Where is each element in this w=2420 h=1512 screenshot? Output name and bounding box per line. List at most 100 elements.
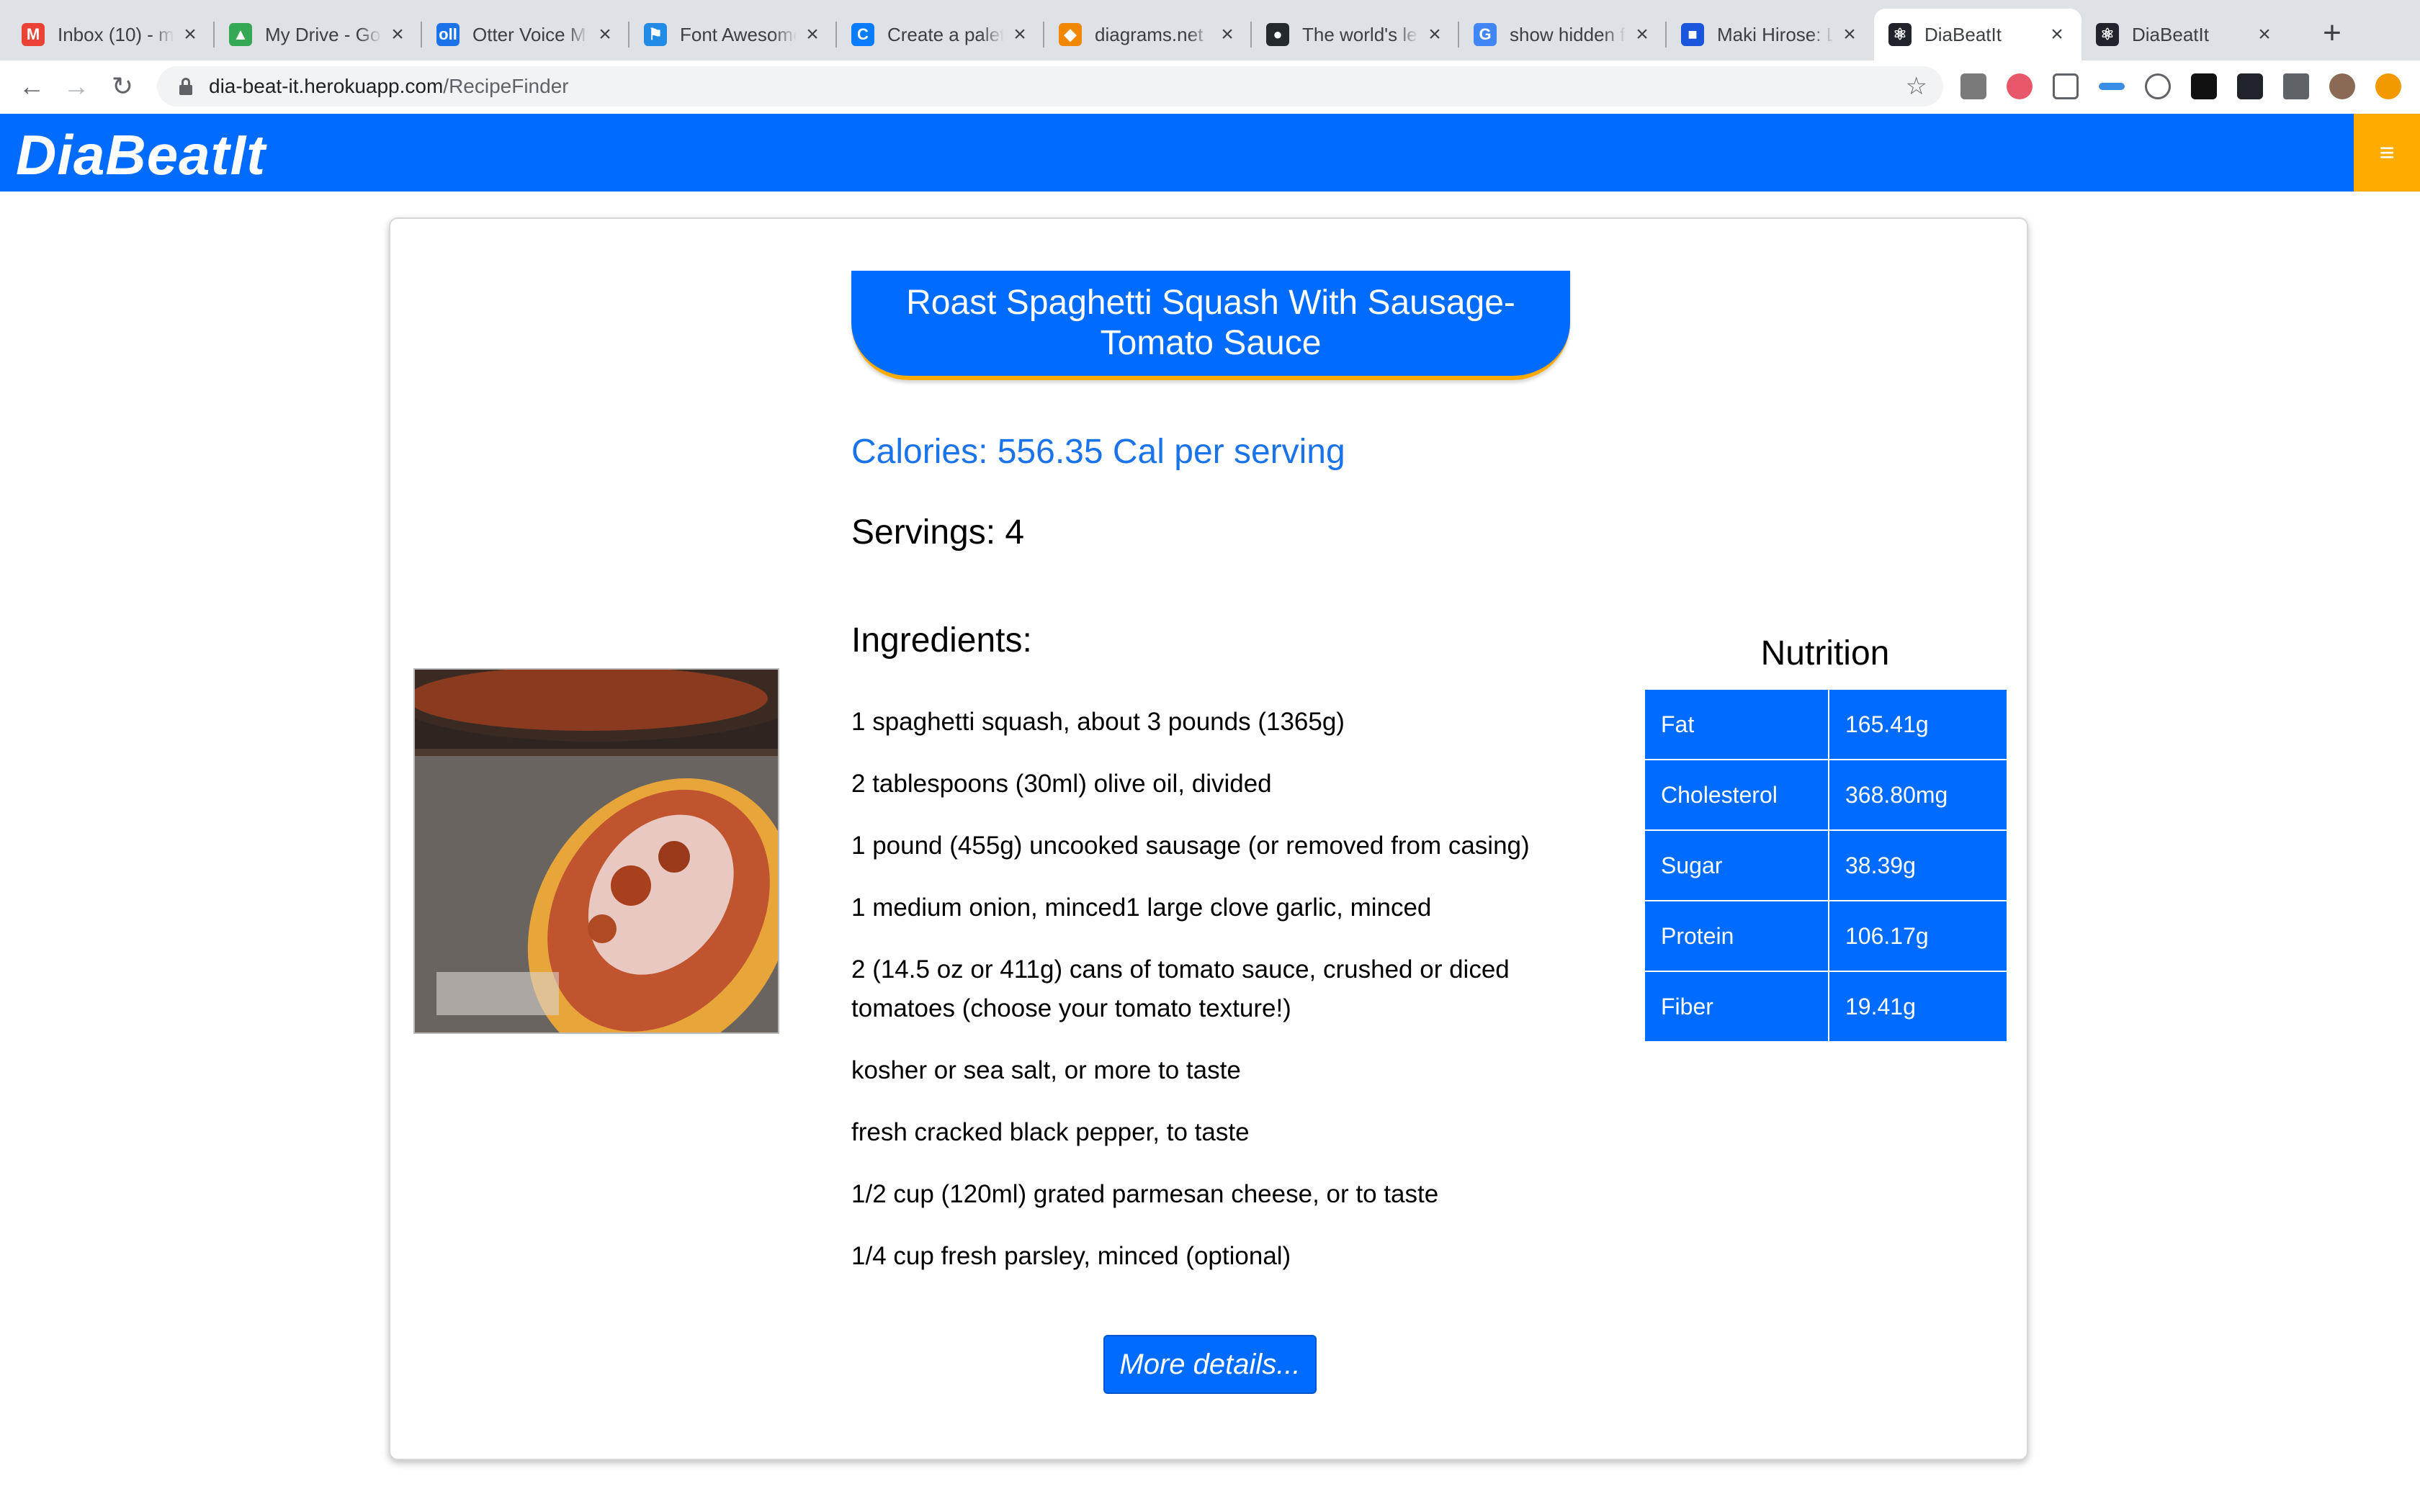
coolors-icon: C — [851, 23, 874, 46]
gmail-icon: M — [22, 23, 45, 46]
browser-tab[interactable]: M Inbox (10) - m × — [7, 9, 215, 60]
nutrient-value: 165.41g — [1828, 688, 2008, 760]
tab-separator — [1043, 22, 1044, 48]
browser-tab[interactable]: ■ Maki Hirose: L × — [1667, 9, 1874, 60]
circle-extension-icon[interactable] — [2145, 73, 2171, 99]
tab-title: The world's le — [1302, 23, 1417, 45]
update-icon[interactable] — [2375, 73, 2401, 99]
ingredient-item: 1 pound (455g) uncooked sausage (or remo… — [851, 832, 1530, 860]
profile-avatar[interactable] — [2329, 73, 2355, 99]
sync-arrows-icon[interactable] — [2099, 83, 2125, 90]
url-text: dia-beat-it.herokuapp.com/RecipeFinder — [209, 75, 569, 97]
browser-tab[interactable]: Gshow hidden f × — [1459, 9, 1667, 60]
screenshot-icon[interactable] — [2053, 73, 2079, 99]
tab-title: DiaBeatIt — [1924, 23, 2002, 45]
more-details-button[interactable]: More details... — [1103, 1335, 1317, 1394]
tab-title: My Drive - Go — [265, 23, 381, 45]
react-devtools-icon[interactable] — [2237, 73, 2263, 99]
browser-tab[interactable]: ▲ My Drive - Go × — [215, 9, 422, 60]
react-icon: ⚛ — [2096, 23, 2119, 46]
recipe-title: Roast Spaghetti Squash With Sausage-Toma… — [851, 271, 1570, 380]
close-tab-icon[interactable]: × — [180, 22, 200, 47]
app-navbar: DiaBeatIt ≡ — [0, 114, 2420, 192]
close-tab-icon[interactable]: × — [2047, 22, 2067, 47]
flag-extension-icon[interactable] — [2191, 73, 2217, 99]
close-tab-icon[interactable]: × — [1425, 22, 1445, 47]
recipe-image — [413, 668, 779, 1034]
tab-title: Maki Hirose: L — [1717, 23, 1834, 45]
lock-icon — [176, 76, 196, 96]
close-tab-icon[interactable]: × — [1839, 22, 1860, 47]
close-tab-icon[interactable]: × — [2254, 22, 2275, 47]
forward-arrow-icon[interactable]: → — [60, 71, 92, 102]
address-bar[interactable]: dia-beat-it.herokuapp.com/RecipeFinder ☆ — [157, 66, 1943, 107]
github-icon: ● — [1266, 23, 1289, 46]
reload-icon[interactable]: ↻ — [107, 71, 138, 102]
close-tab-icon[interactable]: × — [802, 22, 823, 47]
tab-title: DiaBeatIt — [2132, 23, 2209, 45]
nutrient-label: Fiber — [1644, 971, 1829, 1043]
brand-logo[interactable]: DiaBeatIt — [16, 122, 266, 188]
nutrient-label: Sugar — [1644, 829, 1829, 901]
bookmark-star-icon[interactable]: ☆ — [1906, 72, 1927, 101]
react-icon: ⚛ — [1888, 23, 1912, 46]
table-row: Sugar 38.39g — [1644, 829, 2008, 901]
ingredients-heading: Ingredients: — [851, 621, 1032, 660]
extension-icon[interactable] — [1960, 73, 1986, 99]
browser-tab[interactable]: oll Otter Voice M × — [422, 9, 629, 60]
ingredient-item: 1/4 cup fresh parsley, minced (optional) — [851, 1242, 1291, 1270]
new-tab-button[interactable]: + — [2311, 12, 2354, 55]
table-row: Protein 106.17g — [1644, 900, 2008, 972]
browser-tab[interactable]: ⚑ Font Awesome × — [629, 9, 837, 60]
ingredient-item: 1 spaghetti squash, about 3 pounds (1365… — [851, 708, 1345, 736]
browser-tab[interactable]: ⚛ DiaBeatIt × — [1874, 9, 2081, 60]
tab-title: show hidden f — [1510, 23, 1626, 45]
ingredient-item: fresh cracked black pepper, to taste — [851, 1118, 1250, 1146]
tab-separator — [1458, 22, 1459, 48]
nutrition-table: Fat 165.41g Cholesterol 368.80mg Sugar 3… — [1644, 688, 2008, 1043]
tab-separator — [421, 22, 422, 48]
tab-separator — [213, 22, 215, 48]
tab-separator — [628, 22, 629, 48]
puzzle-extensions-icon[interactable] — [2283, 73, 2309, 99]
close-tab-icon[interactable]: × — [1217, 22, 1237, 47]
browser-tab[interactable]: ● The world's le × — [1252, 9, 1459, 60]
servings-text: Servings: 4 — [851, 513, 1025, 552]
ingredient-item: kosher or sea salt, or more to taste — [851, 1056, 1241, 1084]
close-tab-icon[interactable]: × — [1632, 22, 1652, 47]
nutrient-value: 19.41g — [1828, 971, 2008, 1043]
ingredients-list: 1 spaghetti squash, about 3 pounds (1365… — [851, 703, 1572, 1299]
calories-text: Calories: 556.35 Cal per serving — [851, 433, 1345, 471]
otter-icon: oll — [436, 23, 460, 46]
nutrient-value: 38.39g — [1828, 829, 2008, 901]
hamburger-icon: ≡ — [2379, 138, 2395, 167]
font-awesome-flag-icon: ⚑ — [644, 23, 667, 46]
extension-badge-icon[interactable] — [2007, 73, 2033, 99]
nutrient-value: 368.80mg — [1828, 759, 2008, 831]
back-arrow-icon[interactable]: ← — [16, 71, 48, 102]
ingredient-item: 1/2 cup (120ml) grated parmesan cheese, … — [851, 1180, 1439, 1208]
nutrient-label: Fat — [1644, 688, 1829, 760]
browser-tab[interactable]: C Create a palet × — [837, 9, 1044, 60]
browser-tab[interactable]: ◆ diagrams.net × — [1044, 9, 1252, 60]
browser-toolbar: ← → ↻ dia-beat-it.herokuapp.com/RecipeFi… — [0, 60, 2420, 115]
tab-title: Font Awesome — [680, 23, 797, 45]
nutrient-value: 106.17g — [1828, 900, 2008, 972]
app-square-icon: ■ — [1681, 23, 1704, 46]
tab-separator — [835, 22, 837, 48]
close-tab-icon[interactable]: × — [1010, 22, 1030, 47]
close-tab-icon[interactable]: × — [595, 22, 615, 47]
tab-title: Create a palet — [887, 23, 1004, 45]
ingredient-item: 2 (14.5 oz or 411g) cans of tomato sauce… — [851, 955, 1510, 1022]
browser-tab-strip: + M Inbox (10) - m × ▲ My Drive - Go × oll Otte… — [0, 0, 2420, 60]
tab-separator — [1665, 22, 1667, 48]
browser-tab[interactable]: ⚛ DiaBeatIt × — [2081, 9, 2289, 60]
google-icon: G — [1474, 23, 1497, 46]
google-drive-icon: ▲ — [229, 23, 252, 46]
table-row: Fat 165.41g — [1644, 688, 2008, 760]
close-tab-icon[interactable]: × — [387, 22, 408, 47]
hamburger-menu-button[interactable]: ≡ — [2354, 114, 2420, 192]
tab-separator — [1250, 22, 1252, 48]
ingredient-item: 1 medium onion, minced1 large clove garl… — [851, 894, 1432, 922]
tab-title: Otter Voice M — [472, 23, 586, 45]
